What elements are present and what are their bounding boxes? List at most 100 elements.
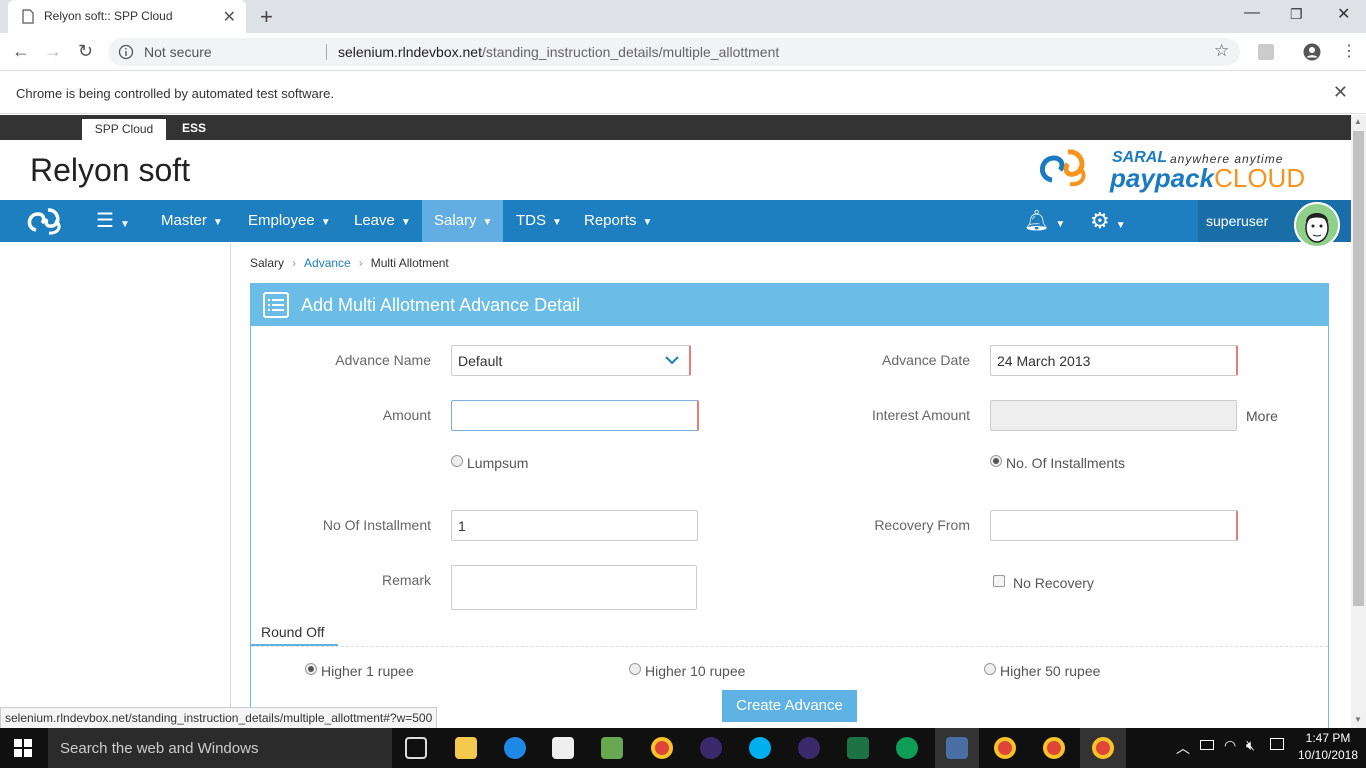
amount-input[interactable] <box>451 400 699 431</box>
app-switch-strip: SPP Cloud ESS <box>0 115 1351 140</box>
infobar-close-icon[interactable]: ✕ <box>1333 82 1348 103</box>
scroll-down-icon[interactable]: ▼ <box>1354 715 1362 724</box>
no-recovery-checkbox[interactable] <box>993 575 1005 587</box>
back-icon[interactable]: ← <box>12 41 30 62</box>
extension-icon[interactable] <box>1258 44 1274 60</box>
restore-icon[interactable]: ❐ <box>1290 6 1303 23</box>
gear-icon: ⚙ <box>1090 208 1110 233</box>
more-link[interactable]: More <box>1246 408 1278 424</box>
store-icon[interactable] <box>552 737 574 759</box>
caret-down-icon: ▼ <box>400 217 411 228</box>
forward-icon[interactable]: → <box>44 41 62 62</box>
chart-app-icon[interactable] <box>601 737 623 759</box>
url-text: selenium.rlndevbox.net/standing_instruct… <box>338 44 779 60</box>
volume-muted-icon[interactable]: 🔇︎ <box>1246 737 1255 754</box>
notifications-tray-icon[interactable] <box>1270 738 1284 750</box>
excel-icon[interactable] <box>847 737 869 759</box>
nav-employee[interactable]: Employee ▼ <box>236 200 343 242</box>
hangouts-icon[interactable] <box>896 737 918 759</box>
edge-icon[interactable] <box>504 737 526 759</box>
round-higher-1-radio[interactable] <box>305 663 317 675</box>
chrome-icon-2[interactable] <box>994 737 1016 759</box>
address-bar[interactable]: Not secure selenium.rlndevbox.net/standi… <box>108 38 1240 66</box>
wifi-icon[interactable]: ◠ <box>1224 737 1236 754</box>
logo-cloud: CLOUD <box>1214 163 1306 193</box>
caret-down-icon: ▼ <box>1055 219 1066 230</box>
tab-ess[interactable]: ESS <box>182 121 206 135</box>
installments-radio[interactable] <box>990 455 1002 467</box>
scroll-up-icon[interactable]: ▲ <box>1354 117 1362 126</box>
breadcrumb-advance[interactable]: Advance <box>304 256 351 270</box>
round-higher-50-radio[interactable] <box>984 663 996 675</box>
settings-button[interactable]: ⚙ ▼ <box>1078 200 1138 242</box>
round-off-tab[interactable]: Round Off <box>261 624 325 640</box>
logo-paypack: paypack <box>1110 163 1215 193</box>
window-close-icon[interactable]: ✕ <box>1337 4 1350 24</box>
nav-salary[interactable]: Salary ▼ <box>422 200 503 242</box>
browser-toolbar: ← → ↻ Not secure selenium.rlndevbox.net/… <box>0 33 1366 71</box>
interest-amount-label: Interest Amount <box>871 407 970 423</box>
menu-dots-icon[interactable]: ⋮ <box>1341 41 1357 61</box>
notifications-button[interactable]: 🔔︎ ▼ <box>1012 200 1077 242</box>
tab-spp-cloud[interactable]: SPP Cloud <box>82 119 166 140</box>
breadcrumb-salary[interactable]: Salary <box>250 256 284 270</box>
nav-reports[interactable]: Reports ▼ <box>572 200 664 242</box>
task-view-icon[interactable] <box>405 737 427 759</box>
file-explorer-icon[interactable] <box>455 737 477 759</box>
app-logo-icon[interactable] <box>24 206 72 236</box>
browser-tab-strip: Relyon soft:: SPP Cloud ✕ + — ❐ ✕ <box>0 0 1366 33</box>
automation-infobar: Chrome is being controlled by automated … <box>0 72 1366 114</box>
no-of-installment-input[interactable] <box>451 510 698 541</box>
taskbar-search[interactable]: Search the web and Windows <box>48 728 392 768</box>
caret-down-icon: ▼ <box>212 217 223 228</box>
main-navbar: ☰ ▼ Master ▼ Employee ▼ Leave ▼ Salary ▼ TDS ▼… <box>0 200 1351 248</box>
advance-date-value: 24 March 2013 <box>997 353 1091 369</box>
hamburger-icon: ☰ <box>96 210 114 232</box>
scrollbar-thumb[interactable] <box>1353 131 1364 606</box>
tab-close-icon[interactable]: ✕ <box>223 7 236 27</box>
chrome-icon-active[interactable] <box>1092 737 1114 759</box>
recovery-from-label: Recovery From <box>874 517 970 533</box>
left-sidebar <box>0 243 231 728</box>
chrome-icon-3[interactable] <box>1043 737 1065 759</box>
remark-textarea[interactable] <box>451 565 697 610</box>
nav-master[interactable]: Master ▼ <box>149 200 235 242</box>
minimize-icon[interactable]: — <box>1244 4 1260 22</box>
lumpsum-radio[interactable] <box>451 455 463 467</box>
tray-time[interactable]: 1:47 PM <box>1296 731 1360 745</box>
tray-date[interactable]: 10/10/2018 <box>1296 748 1360 762</box>
nav-leave[interactable]: Leave ▼ <box>342 200 423 242</box>
tray-chevron-icon[interactable]: ︿ <box>1176 738 1190 758</box>
round-higher-10-radio[interactable] <box>629 663 641 675</box>
browser-tab[interactable]: Relyon soft:: SPP Cloud ✕ <box>8 0 246 33</box>
nav-tds[interactable]: TDS ▼ <box>504 200 574 242</box>
page-scrollbar[interactable]: ▲ ▼ <box>1351 115 1366 728</box>
chrome-icon[interactable] <box>651 737 673 759</box>
interest-amount-input[interactable] <box>990 400 1237 431</box>
hamburger-menu-button[interactable]: ☰ ▼ <box>84 200 142 242</box>
advance-date-field[interactable]: 24 March 2013 <box>990 345 1238 376</box>
profile-icon[interactable] <box>1303 43 1321 61</box>
advance-name-select[interactable]: Default <box>451 345 691 376</box>
battery-icon[interactable] <box>1200 740 1214 750</box>
chevron-down-icon <box>665 356 679 365</box>
user-menu[interactable]: superuser <box>1198 200 1351 248</box>
caret-down-icon: ▼ <box>552 217 562 228</box>
recovery-from-input[interactable] <box>990 510 1238 541</box>
remote-app-icon[interactable] <box>946 737 968 759</box>
panel-header: Add Multi Allotment Advance Detail <box>251 284 1328 326</box>
new-tab-button[interactable]: + <box>260 4 273 30</box>
create-advance-button[interactable]: Create Advance <box>722 690 857 722</box>
company-name: Relyon soft <box>30 152 191 188</box>
avatar[interactable] <box>1294 202 1340 248</box>
bookmark-star-icon[interactable]: ☆ <box>1214 41 1229 61</box>
info-icon[interactable] <box>118 44 134 60</box>
eclipse-icon[interactable] <box>700 737 722 759</box>
url-path: /standing_instruction_details/multiple_a… <box>481 44 780 60</box>
reload-icon[interactable]: ↻ <box>78 41 93 62</box>
caret-down-icon: ▼ <box>482 217 493 228</box>
windows-start-icon[interactable] <box>14 739 32 757</box>
eclipse-icon-2[interactable] <box>798 737 820 759</box>
skype-icon[interactable] <box>749 737 771 759</box>
saral-logo-swirl <box>1040 149 1086 187</box>
